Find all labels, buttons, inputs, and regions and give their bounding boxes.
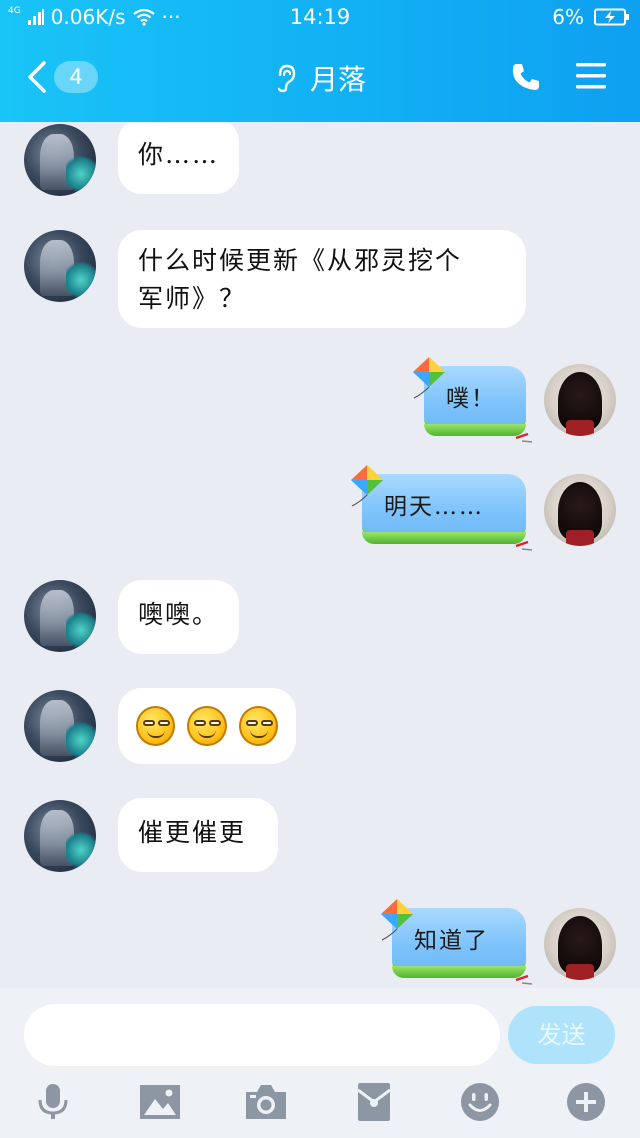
red-packet-icon[interactable] xyxy=(352,1080,396,1124)
message-text: 军师》？ xyxy=(138,284,247,313)
kite-icon xyxy=(413,357,445,399)
clock: 14:19 xyxy=(289,5,351,29)
message-text: 什么时候更新《从邪灵挖个 xyxy=(138,246,463,275)
send-button[interactable]: 发送 xyxy=(508,1006,615,1064)
smirk-emoji-icon xyxy=(187,706,227,746)
message-bubble[interactable] xyxy=(118,688,296,764)
bubble-tail-decoration xyxy=(515,974,533,985)
avatar-contact[interactable] xyxy=(24,800,96,872)
image-icon[interactable] xyxy=(138,1080,182,1124)
earpiece-mode-icon xyxy=(277,64,296,93)
kite-icon xyxy=(351,465,383,507)
message-text: 催更催更 xyxy=(138,818,247,847)
avatar-self[interactable] xyxy=(544,474,616,546)
status-bar: 4G 0.06K/s ··· 14:19 6% xyxy=(0,0,640,34)
bubble-grass-decoration xyxy=(424,424,526,436)
microphone-icon[interactable] xyxy=(31,1080,75,1124)
message-bubble[interactable]: 噢噢。 xyxy=(118,580,240,654)
message-text: 噗！ xyxy=(446,386,496,412)
chat-title: 月落 xyxy=(309,63,366,96)
emoji-icon[interactable] xyxy=(458,1080,502,1124)
avatar-self[interactable] xyxy=(544,364,616,436)
battery-icon xyxy=(594,8,629,26)
message-bubble[interactable]: 知道了 xyxy=(381,899,533,985)
bubble-grass-decoration xyxy=(392,966,526,978)
message-bubble[interactable]: 你…… xyxy=(118,122,240,194)
avatar-contact[interactable] xyxy=(24,230,96,302)
menu-icon[interactable] xyxy=(574,60,608,92)
message-bubble[interactable]: 噗！ xyxy=(413,357,533,443)
smirk-emoji-icon xyxy=(238,706,278,746)
battery-percent: 6% xyxy=(552,5,584,29)
message-text: 知道了 xyxy=(414,928,489,954)
message-text: 你…… xyxy=(138,140,220,169)
message-text: 明天…… xyxy=(384,494,484,520)
input-area: 发送 xyxy=(0,988,640,1138)
message-input[interactable] xyxy=(24,1004,500,1066)
message-list[interactable]: 你…… 什么时候更新《从邪灵挖个 军师》？ 噗！ 明天…… 噢噢。 催更催更 知… xyxy=(0,122,640,988)
phone-call-icon[interactable] xyxy=(510,61,542,93)
avatar-self[interactable] xyxy=(544,908,616,980)
bubble-tail-decoration xyxy=(515,540,533,551)
chat-header: 4G 0.06K/s ··· 14:19 6% 4 月落 xyxy=(0,0,640,122)
message-bubble[interactable]: 什么时候更新《从邪灵挖个 军师》？ xyxy=(118,230,526,328)
input-toolbar xyxy=(0,1080,640,1126)
message-bubble[interactable]: 明天…… xyxy=(351,465,533,551)
camera-icon[interactable] xyxy=(244,1080,288,1124)
kite-icon xyxy=(381,899,413,941)
bubble-tail-decoration xyxy=(515,432,533,443)
avatar-contact[interactable] xyxy=(24,124,96,196)
message-bubble[interactable]: 催更催更 xyxy=(118,798,278,872)
bubble-grass-decoration xyxy=(362,532,526,544)
smirk-emoji-icon xyxy=(136,706,176,746)
plus-icon[interactable] xyxy=(564,1080,608,1124)
navigation-bar: 4 月落 xyxy=(0,48,640,106)
avatar-contact[interactable] xyxy=(24,690,96,762)
message-text: 噢噢。 xyxy=(138,600,220,629)
avatar-contact[interactable] xyxy=(24,580,96,652)
